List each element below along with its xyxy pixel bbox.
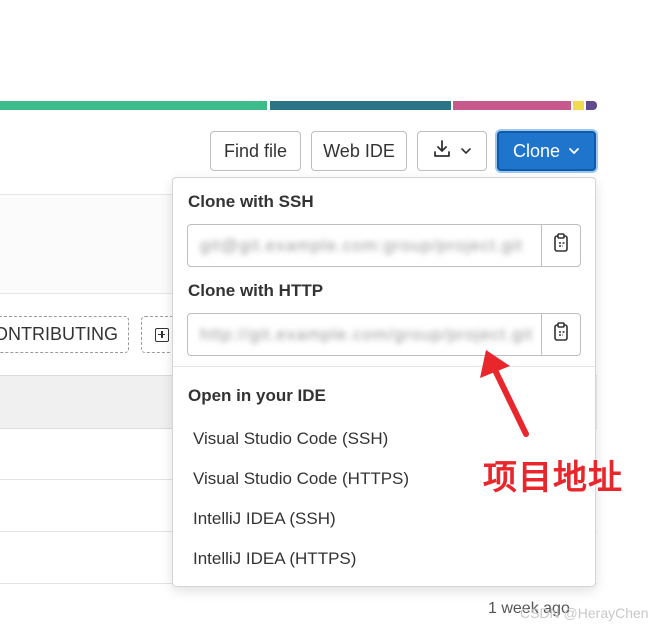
chevron-down-icon [460, 141, 472, 162]
download-button[interactable] [417, 131, 487, 171]
ssh-url-value: git@git.example.com:group/project.git [200, 235, 523, 255]
open-in-ide-title: Open in your IDE [188, 386, 326, 405]
readme-panel [0, 194, 172, 294]
clipboard-icon [552, 233, 570, 258]
chevron-down-icon [568, 141, 580, 162]
ssh-url-group: git@git.example.com:group/project.git [187, 224, 582, 267]
language-segment [586, 101, 597, 110]
web-ide-label: Web IDE [323, 140, 395, 161]
contributing-label: CONTRIBUTING [0, 324, 118, 344]
find-file-button[interactable]: Find file [210, 131, 301, 171]
ide-option-intellij-https[interactable]: IntelliJ IDEA (HTTPS) [193, 549, 356, 569]
language-segment [270, 101, 451, 110]
language-segment [573, 101, 584, 110]
web-ide-button[interactable]: Web IDE [311, 131, 407, 171]
plus-square-icon [155, 327, 169, 342]
language-segment [453, 101, 571, 110]
add-contributing-button[interactable]: CONTRIBUTING [0, 316, 129, 353]
ide-option-intellij-ssh[interactable]: IntelliJ IDEA (SSH) [193, 509, 336, 529]
clone-http-title: Clone with HTTP [188, 281, 324, 300]
annotation-label: 项目地址 [483, 459, 623, 497]
clone-label: Clone [512, 140, 561, 161]
ssh-url-input[interactable]: git@git.example.com:group/project.git [187, 224, 542, 267]
copy-ssh-url-button[interactable] [541, 224, 581, 267]
watermark: CSDN @HerayChen [520, 605, 649, 621]
download-icon [432, 139, 452, 164]
language-bar [0, 101, 597, 110]
language-segment [0, 101, 267, 110]
clipboard-icon [552, 322, 570, 347]
ide-option-vscode-ssh[interactable]: Visual Studio Code (SSH) [193, 429, 388, 449]
annotation-arrow-icon [480, 350, 529, 437]
clone-ssh-title: Clone with SSH [188, 192, 314, 211]
ide-option-vscode-https[interactable]: Visual Studio Code (HTTPS) [193, 469, 409, 489]
find-file-label: Find file [223, 140, 288, 161]
clone-button[interactable]: Clone [497, 131, 596, 171]
